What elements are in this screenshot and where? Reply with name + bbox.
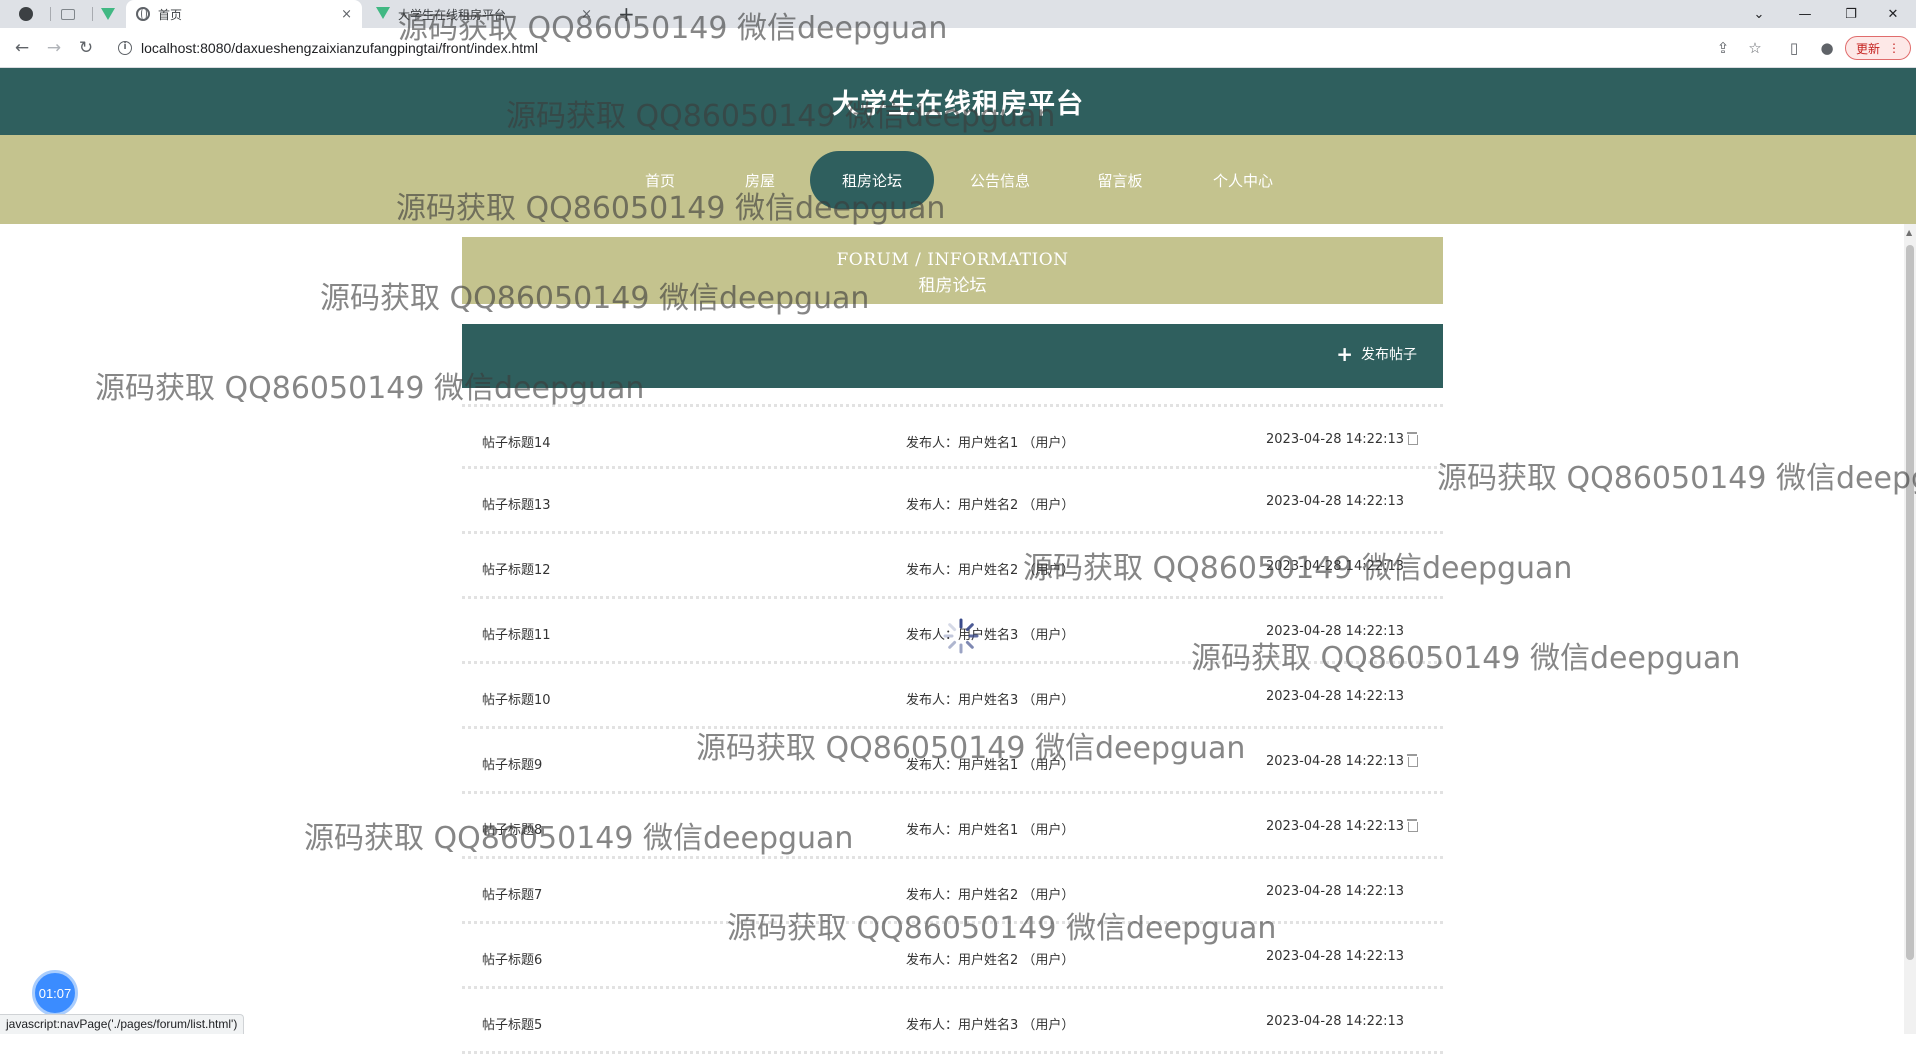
post-list: 帖子标题14 发布人：用户姓名1 （用户） 2023-04-28 14:22:13 帖… (462, 404, 1443, 1054)
post-title[interactable]: 帖子标题6 (482, 949, 542, 968)
pinned-tab-blank[interactable] (52, 0, 84, 28)
post-row[interactable]: 帖子标题7 发布人：用户姓名2 （用户） 2023-04-28 14:22:13 (462, 859, 1443, 924)
vue-logo-icon (101, 8, 115, 20)
post-title[interactable]: 帖子标题12 (482, 559, 551, 578)
github-icon (19, 7, 33, 21)
publish-post-button[interactable]: + 发布帖子 (1336, 344, 1417, 364)
nav-item-forum[interactable]: 租房论坛 (810, 151, 934, 209)
menu-dots-icon: ⋮ (1888, 41, 1900, 55)
post-title[interactable]: 帖子标题14 (482, 432, 551, 451)
side-panel-icon[interactable]: ▯ (1784, 38, 1804, 58)
nav-item-notices[interactable]: 公告信息 (938, 151, 1062, 209)
post-row[interactable]: 帖子标题8 发布人：用户姓名1 （用户） 2023-04-28 14:22:13 (462, 794, 1443, 859)
post-title[interactable]: 帖子标题10 (482, 689, 551, 708)
close-tab-icon[interactable]: × (581, 7, 592, 22)
nav-item-personal-center[interactable]: 个人中心 (1181, 151, 1305, 209)
post-time: 2023-04-28 14:22:13 (1266, 559, 1405, 574)
url-text[interactable]: localhost:8080/daxueshengzaixianzufangpi… (141, 40, 538, 56)
post-row[interactable]: 帖子标题12 发布人：用户姓名2 （用户） 2023-04-28 14:22:13 (462, 534, 1443, 599)
section-title-en: FORUM / INFORMATION (836, 250, 1069, 270)
main-nav: 首页 房屋 租房论坛 公告信息 留言板 个人中心 (0, 135, 1916, 224)
forward-arrow-icon[interactable]: → (42, 36, 66, 60)
recording-timer-badge[interactable]: 01:07 (32, 970, 78, 1016)
post-time: 2023-04-28 14:22:13 (1266, 754, 1405, 769)
share-icon[interactable]: ⇪ (1713, 38, 1733, 58)
post-author: 发布人：用户姓名2 （用户） (906, 563, 1075, 578)
post-row[interactable]: 帖子标题10 发布人：用户姓名3 （用户） 2023-04-28 14:22:13 (462, 664, 1443, 729)
post-author: 发布人：用户姓名1 （用户） (906, 758, 1075, 773)
post-row[interactable]: 帖子标题6 发布人：用户姓名2 （用户） 2023-04-28 14:22:13 (462, 924, 1443, 989)
post-author: 发布人：用户姓名3 （用户） (906, 628, 1075, 643)
post-author: 发布人：用户姓名2 （用户） (906, 888, 1075, 903)
post-author: 发布人：用户姓名1 （用户） (906, 823, 1075, 838)
new-tab-button[interactable]: + (618, 3, 635, 25)
watermark-text: 源码获取 QQ86050149 微信deepguan (1437, 461, 1916, 496)
post-time: 2023-04-28 14:22:13 (1266, 624, 1405, 639)
post-author: 发布人：用户姓名3 （用户） (906, 693, 1075, 708)
tab-platform[interactable]: 大学生在线租房平台 × (366, 0, 602, 28)
tab-title: 大学生在线租房平台 (398, 7, 507, 22)
scrollbar-thumb[interactable] (1906, 245, 1914, 960)
post-title[interactable]: 帖子标题8 (482, 819, 542, 838)
vue-logo-icon (376, 7, 390, 21)
profile-icon[interactable]: ● (1817, 38, 1837, 58)
site-info-icon[interactable]: i (118, 41, 132, 55)
post-row[interactable]: 帖子标题14 发布人：用户姓名1 （用户） 2023-04-28 14:22:13 (462, 404, 1443, 469)
forum-action-bar: + 发布帖子 (462, 324, 1443, 388)
post-time: 2023-04-28 14:22:13 (1266, 884, 1405, 899)
post-time: 2023-04-28 14:22:13 (1266, 689, 1405, 704)
post-time: 2023-04-28 14:22:13 (1266, 819, 1405, 834)
address-bar[interactable]: i localhost:8080/daxueshengzaixianzufang… (106, 33, 1734, 63)
restore-icon[interactable]: ❐ (1828, 0, 1874, 28)
delete-trash-icon[interactable] (1406, 432, 1418, 445)
section-header: FORUM / INFORMATION 租房论坛 (462, 237, 1443, 304)
post-time: 2023-04-28 14:22:13 (1266, 949, 1405, 964)
tab-search-icon[interactable]: ⌄ (1736, 0, 1782, 28)
page-icon (61, 8, 75, 20)
post-time: 2023-04-28 14:22:13 (1266, 1014, 1405, 1029)
post-title[interactable]: 帖子标题13 (482, 494, 551, 513)
tab-title: 首页 (158, 7, 183, 22)
post-title[interactable]: 帖子标题5 (482, 1014, 542, 1033)
loading-spinner-icon (943, 618, 979, 654)
close-tab-icon[interactable]: × (341, 7, 352, 22)
post-author: 发布人：用户姓名1 （用户） (906, 436, 1075, 451)
close-window-icon[interactable]: ✕ (1870, 0, 1916, 28)
tab-home[interactable]: 首页 × (126, 0, 362, 28)
publish-post-label: 发布帖子 (1361, 347, 1417, 363)
pinned-tab-github[interactable] (10, 0, 42, 28)
delete-trash-icon[interactable] (1406, 819, 1418, 832)
scroll-up-icon[interactable]: ▲ (1906, 228, 1912, 237)
status-bar-link: javascript:navPage('./pages/forum/list.h… (0, 1014, 245, 1034)
reload-icon[interactable]: ↻ (74, 36, 98, 60)
post-author: 发布人：用户姓名2 （用户） (906, 498, 1075, 513)
browser-tab-bar: 首页 × 大学生在线租房平台 × + ⌄ — ❐ ✕ (0, 0, 1916, 28)
browser-toolbar: ← → ↻ i localhost:8080/daxueshengzaixian… (0, 28, 1916, 68)
post-author: 发布人：用户姓名3 （用户） (906, 1018, 1075, 1033)
minimize-icon[interactable]: — (1782, 0, 1828, 28)
pinned-tab-vue[interactable] (92, 0, 124, 28)
post-row[interactable]: 帖子标题13 发布人：用户姓名2 （用户） 2023-04-28 14:22:13 (462, 469, 1443, 534)
back-arrow-icon[interactable]: ← (10, 36, 34, 60)
post-time: 2023-04-28 14:22:13 (1266, 494, 1405, 509)
section-title-cn: 租房论坛 (918, 276, 987, 296)
bookmark-star-icon[interactable]: ☆ (1745, 38, 1765, 58)
plus-icon: + (1336, 342, 1353, 366)
site-title: 大学生在线租房平台 (832, 89, 1084, 120)
site-header: 大学生在线租房平台 (0, 68, 1916, 135)
nav-item-message-board[interactable]: 留言板 (1058, 151, 1182, 209)
update-button[interactable]: 更新 ⋮ (1845, 36, 1911, 60)
post-author: 发布人：用户姓名2 （用户） (906, 953, 1075, 968)
post-title[interactable]: 帖子标题11 (482, 624, 551, 643)
post-title[interactable]: 帖子标题7 (482, 884, 542, 903)
post-title[interactable]: 帖子标题9 (482, 754, 542, 773)
delete-trash-icon[interactable] (1406, 754, 1418, 767)
post-row[interactable]: 帖子标题5 发布人：用户姓名3 （用户） 2023-04-28 14:22:13 (462, 989, 1443, 1054)
post-row[interactable]: 帖子标题9 发布人：用户姓名1 （用户） 2023-04-28 14:22:13 (462, 729, 1443, 794)
globe-icon (136, 7, 150, 21)
nav-item-housing[interactable]: 房屋 (698, 151, 822, 209)
update-label: 更新 (1855, 41, 1880, 56)
post-time: 2023-04-28 14:22:13 (1266, 432, 1405, 447)
